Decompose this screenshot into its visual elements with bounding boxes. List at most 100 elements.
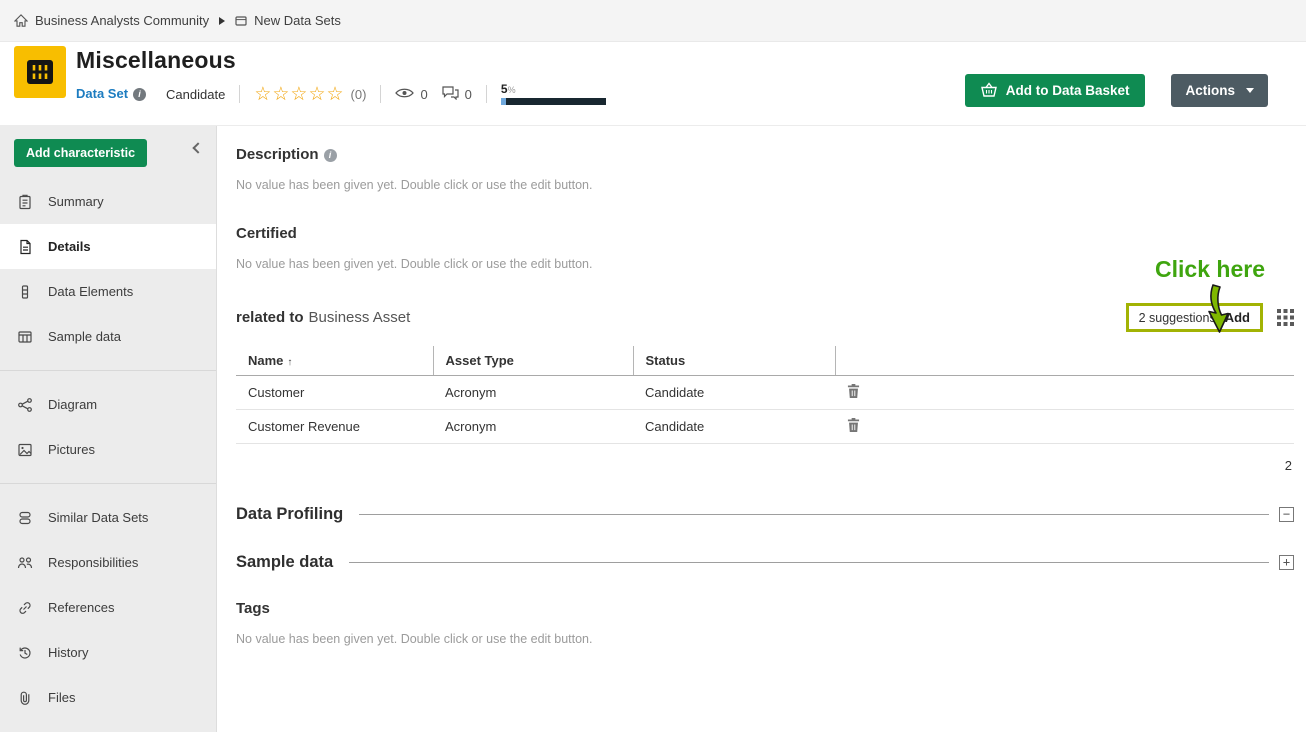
related-to-heading: related toBusiness Asset xyxy=(236,309,410,326)
sidebar-divider xyxy=(0,483,216,484)
sidebar-item-data-elements[interactable]: Data Elements xyxy=(0,269,216,314)
column-header-actions xyxy=(835,346,1294,376)
sidebar-item-sample-data[interactable]: Sample data xyxy=(0,314,216,359)
views-icon xyxy=(395,87,414,102)
sidebar-item-responsibilities[interactable]: Responsibilities xyxy=(0,540,216,585)
chevron-down-icon xyxy=(1246,88,1254,93)
star-icon[interactable]: ☆ xyxy=(327,85,344,104)
breadcrumb-separator-icon xyxy=(219,17,225,25)
comments-count: 0 xyxy=(465,87,472,102)
rating-stars[interactable]: ☆ ☆ ☆ ☆ ☆ (0) xyxy=(254,85,366,104)
tags-empty-value[interactable]: No value has been given yet. Double clic… xyxy=(236,632,1294,646)
cell-status: Candidate xyxy=(633,376,835,410)
star-icon[interactable]: ☆ xyxy=(254,85,271,104)
sidebar-divider xyxy=(0,370,216,371)
sidebar-item-label: References xyxy=(48,600,114,615)
actions-button[interactable]: Actions xyxy=(1171,74,1268,107)
suggestions-add-button[interactable]: 2 suggestions Add xyxy=(1126,303,1263,332)
asset-header: Miscellaneous Data Set i Candidate ☆ ☆ ☆ … xyxy=(0,42,1306,125)
basket-icon xyxy=(981,82,997,100)
data-profiling-section: Data Profiling − xyxy=(236,505,1294,524)
sidebar-item-summary[interactable]: Summary xyxy=(0,179,216,224)
sidebar-item-details[interactable]: Details xyxy=(0,224,216,269)
data-profiling-heading: Data Profiling xyxy=(236,505,343,524)
add-to-data-basket-button[interactable]: Add to Data Basket xyxy=(965,74,1146,107)
description-heading: Descriptioni xyxy=(236,146,1294,163)
completeness-value: 5 xyxy=(501,82,508,96)
cell-asset-type: Acronym xyxy=(433,376,633,410)
comments-counter: 0 xyxy=(442,86,472,103)
expand-section-icon[interactable]: + xyxy=(1279,555,1294,570)
breadcrumb-domain-link[interactable]: New Data Sets xyxy=(254,13,341,28)
cell-name: Customer xyxy=(236,376,433,410)
tags-heading: Tags xyxy=(236,600,1294,617)
column-header-name[interactable]: Name↑ xyxy=(236,346,433,376)
sample-data-section: Sample data + xyxy=(236,553,1294,572)
sidebar-item-label: Details xyxy=(48,239,91,254)
status-badge: Candidate xyxy=(166,87,225,102)
star-icon[interactable]: ☆ xyxy=(308,85,325,104)
sidebar-item-references[interactable]: References xyxy=(0,585,216,630)
home-icon[interactable] xyxy=(14,14,28,27)
app-window: Business Analysts Community New Data Set… xyxy=(0,0,1306,732)
section-divider xyxy=(349,562,1269,563)
delete-relation-button[interactable] xyxy=(847,384,860,398)
views-counter: 0 xyxy=(395,87,427,102)
sidebar-collapse-icon[interactable] xyxy=(192,142,203,153)
divider xyxy=(380,85,381,103)
table-header-row: Name↑ Asset Type Status xyxy=(236,346,1294,376)
completeness-bar-fill xyxy=(501,98,506,105)
actions-label: Actions xyxy=(1185,83,1235,98)
column-header-asset-type[interactable]: Asset Type xyxy=(433,346,633,376)
sidebar-item-label: Sample data xyxy=(48,329,121,344)
sidebar-item-label: Data Elements xyxy=(48,284,133,299)
cell-status: Candidate xyxy=(633,410,835,444)
table-row[interactable]: Customer Revenue Acronym Candidate xyxy=(236,410,1294,444)
related-assets-table: Name↑ Asset Type Status Customer Acronym… xyxy=(236,346,1294,444)
sidebar-item-files[interactable]: Files xyxy=(0,675,216,720)
sidebar-item-label: Files xyxy=(48,690,75,705)
views-count: 0 xyxy=(420,87,427,102)
completeness-indicator: 5% xyxy=(501,83,606,105)
type-info-icon[interactable]: i xyxy=(133,88,146,101)
asset-type-link[interactable]: Data Set xyxy=(76,86,128,101)
comments-icon xyxy=(442,86,459,103)
collapse-section-icon[interactable]: − xyxy=(1279,507,1294,522)
sidebar-item-label: Pictures xyxy=(48,442,95,457)
certified-heading: Certified xyxy=(236,225,1294,242)
sidebar-item-label: Responsibilities xyxy=(48,555,138,570)
sample-data-heading: Sample data xyxy=(236,553,333,572)
star-icon[interactable]: ☆ xyxy=(290,85,307,104)
completeness-unit: % xyxy=(508,85,516,95)
star-icon[interactable]: ☆ xyxy=(272,85,289,104)
sidebar-item-diagram[interactable]: Diagram xyxy=(0,382,216,427)
table-total-count: 2 xyxy=(236,458,1294,473)
main-content: Descriptioni No value has been given yet… xyxy=(217,126,1306,732)
breadcrumb: Business Analysts Community New Data Set… xyxy=(0,0,1306,42)
sidebar-item-pictures[interactable]: Pictures xyxy=(0,427,216,472)
breadcrumb-community-link[interactable]: Business Analysts Community xyxy=(35,13,209,28)
add-suggestions-label[interactable]: Add xyxy=(1225,310,1250,325)
column-header-status[interactable]: Status xyxy=(633,346,835,376)
section-divider xyxy=(359,514,1269,515)
sidebar-item-history[interactable]: History xyxy=(0,630,216,675)
sidebar-item-label: Similar Data Sets xyxy=(48,510,148,525)
delete-relation-button[interactable] xyxy=(847,418,860,432)
dataset-asset-icon xyxy=(14,46,66,98)
add-characteristic-button[interactable]: Add characteristic xyxy=(14,139,147,167)
certified-empty-value[interactable]: No value has been given yet. Double clic… xyxy=(236,257,1294,271)
rating-count: (0) xyxy=(351,87,367,102)
table-row[interactable]: Customer Acronym Candidate xyxy=(236,376,1294,410)
cell-name: Customer Revenue xyxy=(236,410,433,444)
view-grid-icon[interactable] xyxy=(1277,309,1294,326)
description-empty-value[interactable]: No value has been given yet. Double clic… xyxy=(236,178,1294,192)
suggestions-count: 2 suggestions xyxy=(1139,311,1216,325)
sidebar-item-similar-data-sets[interactable]: Similar Data Sets xyxy=(0,495,216,540)
description-info-icon[interactable]: i xyxy=(324,149,337,162)
sidebar-item-label: History xyxy=(48,645,88,660)
divider xyxy=(239,85,240,103)
sidebar: Add characteristic Summary Details Data … xyxy=(0,126,217,732)
page-title: Miscellaneous xyxy=(76,47,1306,74)
sidebar-item-label: Summary xyxy=(48,194,104,209)
domain-icon xyxy=(235,15,247,27)
